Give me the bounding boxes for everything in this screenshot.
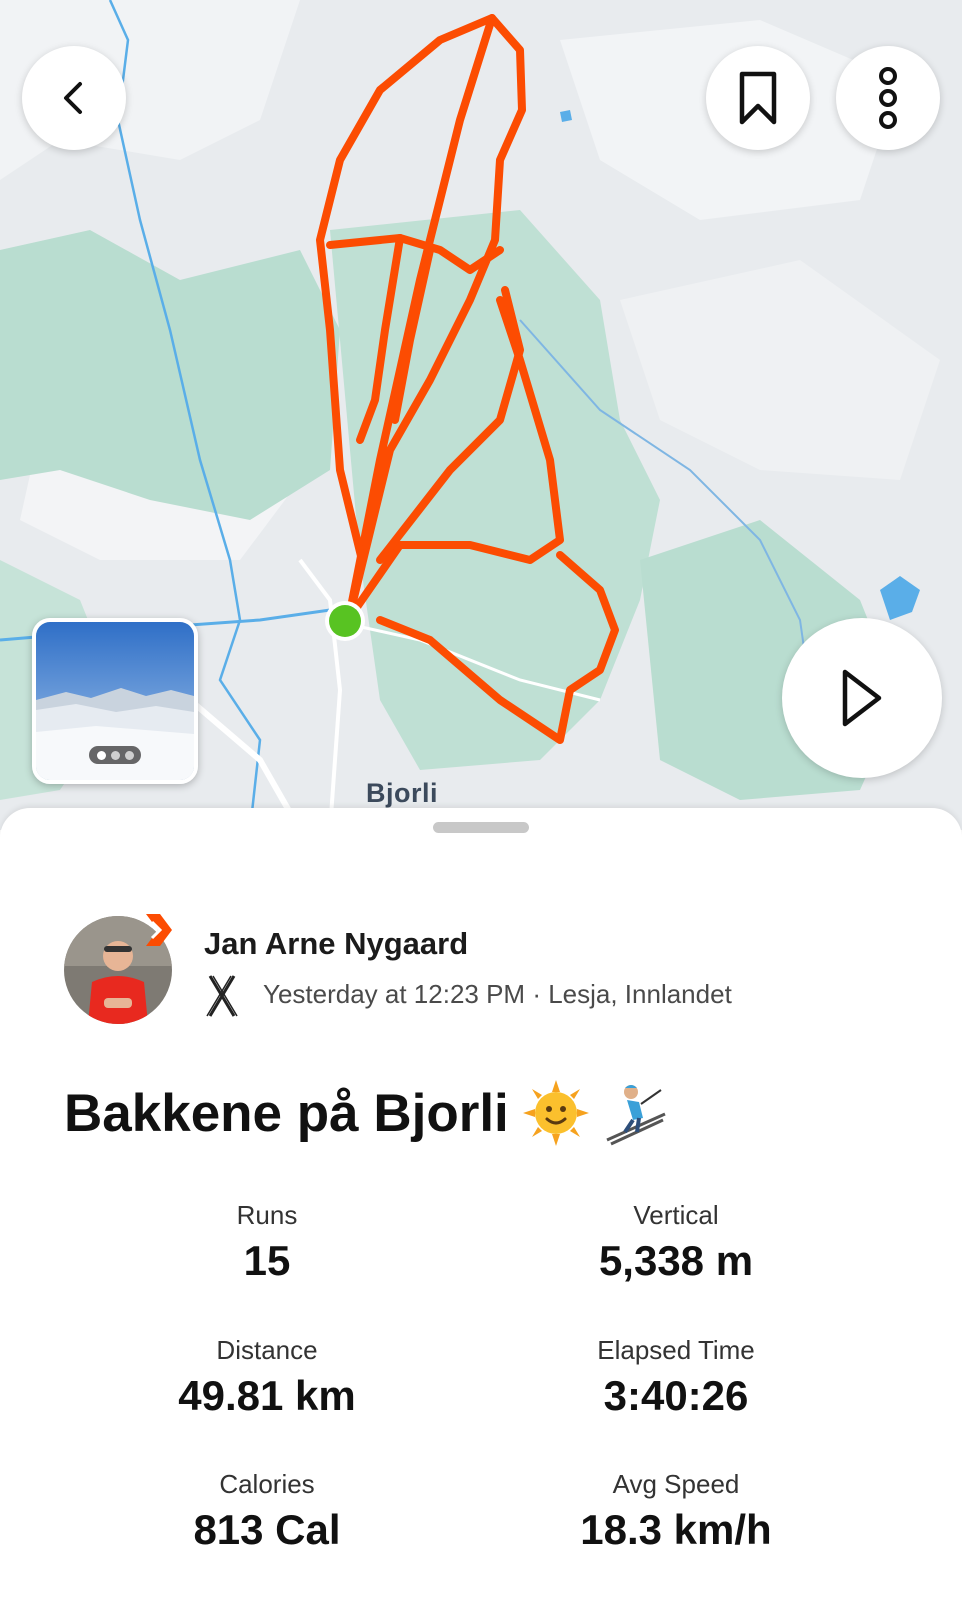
- bookmark-button[interactable]: [706, 46, 810, 150]
- more-options-button[interactable]: [836, 46, 940, 150]
- stat-runs: Runs 15: [57, 1200, 477, 1285]
- sheet-drag-handle[interactable]: [433, 822, 529, 833]
- more-vertical-icon: [879, 67, 897, 129]
- activity-details-sheet: Jan Arne Nygaard Yesterday at 12:23 PM ·…: [0, 808, 962, 1599]
- stat-label: Vertical: [633, 1200, 719, 1230]
- route-map[interactable]: Bjorli: [0, 0, 962, 830]
- stat-value: 3:40:26: [603, 1372, 749, 1419]
- stat-calories: Calories 813 Cal: [57, 1469, 477, 1554]
- sun-with-face-icon: [522, 1080, 589, 1146]
- map-place-label: Bjorli: [366, 778, 439, 808]
- subscriber-badge-icon: [146, 914, 172, 946]
- stat-value: 5,338 m: [598, 1237, 754, 1284]
- play-flyover-button[interactable]: [782, 618, 942, 778]
- stat-value: 49.81 km: [178, 1372, 356, 1419]
- activity-title: Bakkene på Bjorli: [64, 1083, 509, 1143]
- stat-avg-speed: Avg Speed 18.3 km/h: [466, 1469, 886, 1554]
- stat-label: Avg Speed: [612, 1469, 740, 1499]
- bookmark-icon: [739, 71, 777, 125]
- stat-value: 18.3 km/h: [580, 1506, 772, 1553]
- activity-date-location: Yesterday at 12:23 PM · Lesja, Innlandet: [263, 979, 732, 1009]
- play-icon: [842, 669, 882, 727]
- chevron-left-icon: [64, 82, 82, 114]
- photo-carousel-indicator: [89, 746, 141, 764]
- stat-label: Elapsed Time: [597, 1335, 755, 1365]
- alpine-ski-icon: [206, 975, 238, 1017]
- skier-icon: [603, 1080, 669, 1146]
- stat-vertical: Vertical 5,338 m: [466, 1200, 886, 1285]
- activity-photo-thumbnail[interactable]: [32, 618, 198, 784]
- stat-label: Runs: [236, 1200, 298, 1230]
- stat-distance: Distance 49.81 km: [57, 1335, 477, 1420]
- athlete-name[interactable]: Jan Arne Nygaard: [204, 926, 468, 962]
- stat-label: Distance: [216, 1335, 318, 1365]
- stat-value: 15: [243, 1237, 291, 1284]
- stat-elapsed-time: Elapsed Time 3:40:26: [466, 1335, 886, 1420]
- stat-value: 813 Cal: [193, 1506, 341, 1553]
- back-button[interactable]: [22, 46, 126, 150]
- activity-title-row: Bakkene på Bjorli: [64, 1080, 669, 1146]
- stat-label: Calories: [219, 1469, 315, 1499]
